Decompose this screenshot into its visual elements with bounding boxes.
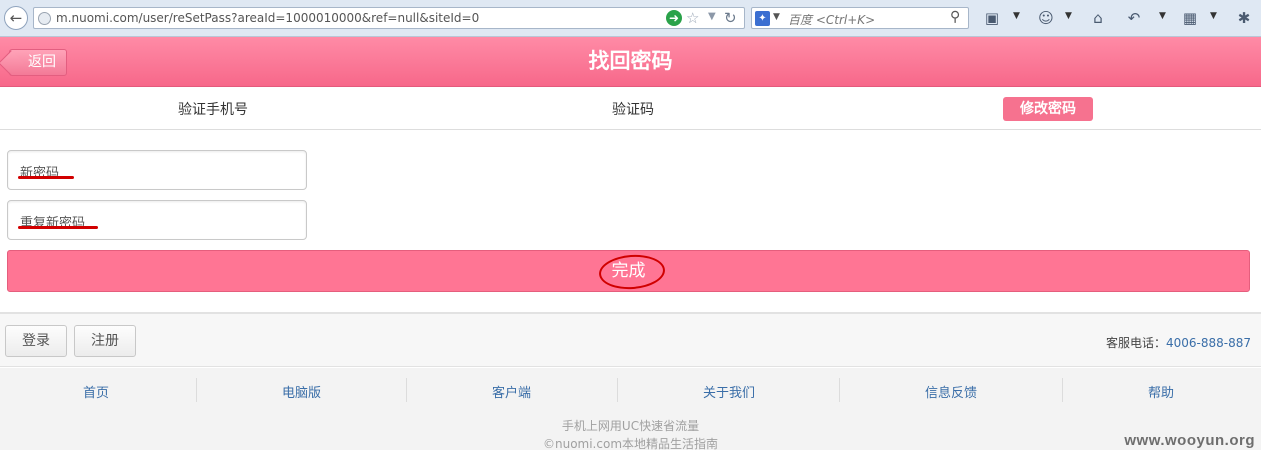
footer-divider — [617, 378, 618, 402]
undo-dropdown-icon[interactable]: ▼ — [1159, 11, 1166, 21]
watermark: www.wooyun.org — [1124, 432, 1255, 449]
home-icon[interactable]: ⌂ — [1088, 8, 1108, 28]
browser-toolbar: ← m.nuomi.com/user/reSetPass?areaId=1000… — [0, 0, 1261, 37]
star-icon[interactable]: ☆ — [686, 9, 699, 27]
engine-dropdown-icon[interactable]: ▼ — [773, 12, 780, 22]
page-header: 找回密码 返回 — [0, 37, 1261, 87]
footer-link-about[interactable]: 关于我们 — [703, 382, 755, 401]
smiley-dropdown-icon[interactable]: ▼ — [1065, 11, 1072, 21]
footer-uc-line: 手机上网用UC快速省流量 — [561, 419, 700, 433]
login-button[interactable]: 登录 — [5, 325, 67, 357]
apps-icon[interactable]: ▦ — [1180, 8, 1200, 28]
footer-links: 首页 电脑版 客户端 关于我们 信息反馈 帮助 手机上网用UC快速省流量 ©nu… — [0, 368, 1261, 450]
step-verify-phone: 验证手机号 — [178, 102, 248, 118]
reload-icon[interactable]: ↻ — [724, 9, 737, 27]
url-dropdown-icon[interactable]: ▼ — [708, 11, 716, 22]
hotline-number-link[interactable]: 4006-888-887 — [1166, 336, 1251, 350]
hotline-label: 客服电话： — [1105, 336, 1166, 350]
new-password-field[interactable]: 新密码 — [7, 150, 307, 190]
screenshot-dropdown-icon[interactable]: ▼ — [1013, 11, 1020, 21]
footer-link-feedback[interactable]: 信息反馈 — [925, 382, 977, 401]
footer-link-help[interactable]: 帮助 — [1148, 382, 1174, 401]
undo-icon[interactable]: ↶ — [1124, 8, 1144, 28]
baidu-icon[interactable]: ✦ — [755, 11, 770, 26]
footer-copyright: ©nuomi.com本地精品生活指南 — [542, 437, 719, 450]
globe-icon — [38, 12, 51, 25]
page-title: 找回密码 — [588, 49, 673, 73]
search-bar[interactable]: ✦ ▼ 百度 <Ctrl+K> ⚲ — [751, 7, 969, 29]
footer-divider — [406, 378, 407, 402]
back-icon[interactable]: ← — [4, 6, 28, 30]
footer-divider — [839, 378, 840, 402]
footer-account-bar: 登录 注册 客服电话：4006-888-887 — [0, 312, 1261, 367]
footer-link-home[interactable]: 首页 — [83, 382, 109, 401]
hotline: 客服电话：4006-888-887 — [1106, 334, 1251, 351]
apps-dropdown-icon[interactable]: ▼ — [1210, 11, 1217, 21]
footer-link-client[interactable]: 客户端 — [492, 382, 531, 401]
smiley-icon[interactable]: ☺ — [1036, 8, 1056, 28]
search-input[interactable]: 百度 <Ctrl+K> — [788, 11, 875, 28]
footer-link-desktop[interactable]: 电脑版 — [282, 382, 321, 401]
address-bar[interactable]: m.nuomi.com/user/reSetPass?areaId=100001… — [33, 7, 745, 29]
step-change-password: 修改密码 — [1003, 97, 1093, 121]
step-indicator: 验证手机号 验证码 修改密码 — [0, 88, 1261, 130]
back-button-label: 返回 — [28, 54, 56, 70]
repeat-password-field[interactable]: 重复新密码 — [7, 200, 307, 240]
screenshot-icon[interactable]: ▣ — [982, 8, 1002, 28]
go-icon[interactable]: ➜ — [666, 10, 682, 26]
annotation-underline — [18, 176, 74, 179]
annotation-underline — [18, 226, 98, 229]
register-button[interactable]: 注册 — [74, 325, 136, 357]
step-verify-code: 验证码 — [612, 102, 654, 118]
back-button[interactable]: 返回 — [9, 49, 67, 76]
footer-divider — [196, 378, 197, 402]
magnifier-icon[interactable]: ⚲ — [950, 9, 960, 25]
bug-icon[interactable]: ✱ — [1234, 8, 1254, 28]
url-text[interactable]: m.nuomi.com/user/reSetPass?areaId=100001… — [56, 11, 479, 25]
footer-divider — [1062, 378, 1063, 402]
